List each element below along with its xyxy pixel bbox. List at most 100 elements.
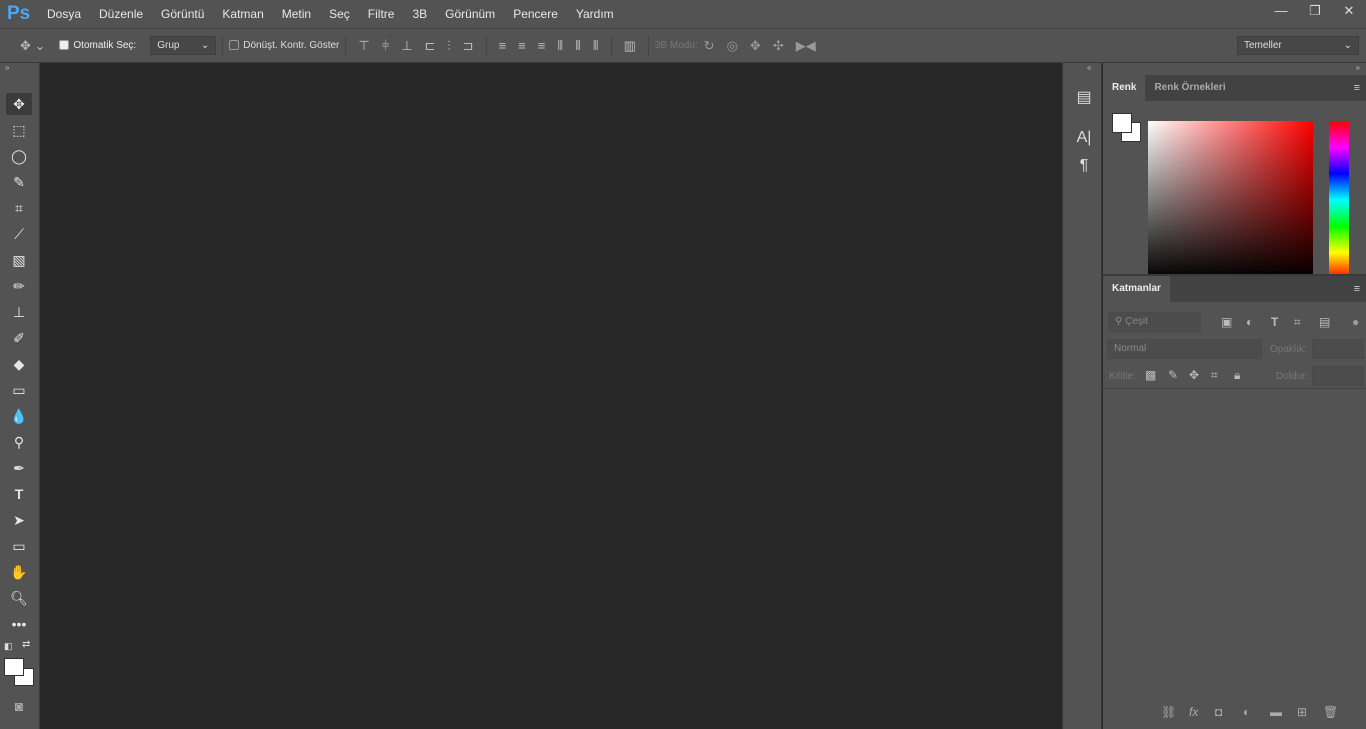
filter-toggle-icon[interactable]: ● [1352, 315, 1359, 329]
quick-select-tool[interactable]: ✎ [6, 171, 32, 193]
link-layers-icon[interactable]: ⛓ [1161, 705, 1176, 719]
collapse-icon[interactable]: » [5, 63, 9, 72]
align-bottom-icon[interactable]: ⊥ [401, 38, 412, 54]
tab-renk-ornekleri[interactable]: Renk Örnekleri [1145, 75, 1234, 101]
layer-style-fx-icon[interactable]: fx [1189, 705, 1198, 719]
swap-colors-icon[interactable]: ⇄ [22, 639, 30, 650]
filter-type-icon[interactable]: T [1271, 315, 1278, 329]
lock-image-icon[interactable]: ✎ [1168, 368, 1178, 382]
healing-brush-tool[interactable]: ▧ [6, 249, 32, 271]
blend-mode-dropdown[interactable]: Normal [1107, 339, 1262, 359]
menu-gorunum[interactable]: Görünüm [436, 7, 504, 21]
lock-transparent-icon[interactable]: ▩ [1145, 368, 1156, 382]
opacity-input[interactable] [1312, 339, 1364, 359]
properties-panel-icon[interactable]: ▤ [1073, 87, 1095, 107]
menu-dosya[interactable]: Dosya [38, 7, 90, 21]
menu-goruntu[interactable]: Görüntü [152, 7, 213, 21]
pen-tool[interactable]: ✒ [6, 457, 32, 479]
menu-duzenle[interactable]: Düzenle [90, 7, 152, 21]
new-group-icon[interactable]: ▬ [1270, 705, 1282, 719]
align-hcenter-icon[interactable]: ⫶ [447, 38, 450, 54]
lock-all-icon[interactable]: 🔒︎ [1234, 368, 1240, 383]
menu-filtre[interactable]: Filtre [359, 7, 404, 21]
hue-slider[interactable] [1329, 121, 1349, 279]
move-tool[interactable]: ✥ [6, 93, 32, 115]
menu-sec[interactable]: Seç [320, 7, 359, 21]
history-brush-tool[interactable]: ✐ [6, 327, 32, 349]
path-selection-tool[interactable]: ➤ [6, 509, 32, 531]
panel-menu-icon[interactable]: ≡ [1354, 283, 1360, 295]
eraser-tool[interactable]: ◆ [6, 353, 32, 375]
foreground-color-swatch[interactable] [4, 658, 24, 676]
workspace-dropdown[interactable]: Temeller ⌄ [1237, 36, 1359, 55]
3d-pan-icon[interactable]: ✥ [750, 38, 761, 54]
fill-input[interactable] [1312, 366, 1364, 386]
filter-shape-icon[interactable]: ⌗ [1294, 315, 1301, 330]
hand-tool[interactable]: ✋ [6, 561, 32, 583]
menu-metin[interactable]: Metin [273, 7, 320, 21]
panel-menu-icon[interactable]: ≡ [1354, 82, 1360, 94]
marquee-tool[interactable]: ⬚ [6, 119, 32, 141]
blur-tool[interactable]: 💧 [6, 405, 32, 427]
expand-icon[interactable]: « [1087, 63, 1091, 72]
default-colors-icon[interactable]: ◧ [4, 641, 13, 652]
crop-tool[interactable]: ⌗ [6, 197, 32, 219]
filter-smart-object-icon[interactable]: ▤ [1319, 315, 1330, 329]
divider [610, 35, 612, 56]
foreground-color-swatch[interactable] [1112, 113, 1132, 133]
distribute-top-icon[interactable]: ≡ [499, 38, 507, 53]
close-button[interactable]: ✕ [1332, 0, 1366, 22]
auto-select-dropdown[interactable]: Grup ⌄ [150, 36, 217, 55]
restore-button[interactable]: ❐ [1298, 0, 1332, 22]
auto-align-icon[interactable]: ▥ [624, 38, 636, 54]
distribute-bottom-icon[interactable]: ≡ [538, 38, 546, 53]
menu-3b[interactable]: 3B [403, 7, 436, 21]
distribute-hcenter-icon[interactable]: ⦀ [575, 38, 581, 54]
dodge-tool[interactable]: ⚲ [6, 431, 32, 453]
distribute-right-icon[interactable]: ⦀ [593, 38, 599, 54]
filter-adjustment-icon[interactable]: ◐ [1246, 315, 1253, 329]
brush-tool[interactable]: ✏ [6, 275, 32, 297]
paragraph-panel-icon[interactable]: ¶ [1073, 157, 1095, 175]
collapse-panels-icon[interactable]: » [1356, 63, 1360, 72]
lock-artboard-icon[interactable]: ⌗ [1211, 368, 1218, 383]
color-panel: Renk Renk Örnekleri ≡ [1103, 75, 1366, 279]
lasso-tool[interactable]: ◯ [6, 145, 32, 167]
menu-katman[interactable]: Katman [213, 7, 272, 21]
add-mask-icon[interactable]: ◘ [1215, 705, 1222, 719]
3d-scale-icon[interactable]: ▶◀ [796, 38, 816, 54]
distribute-vcenter-icon[interactable]: ≡ [518, 38, 526, 53]
tab-renk[interactable]: Renk [1103, 75, 1146, 101]
3d-orbit-icon[interactable]: ↻ [704, 38, 715, 54]
distribute-left-icon[interactable]: ⦀ [557, 38, 563, 54]
align-right-icon[interactable]: ⊐ [463, 38, 474, 54]
auto-select-checkbox[interactable]: Otomatik Seç: [59, 40, 136, 51]
eyedropper-tool[interactable]: ⟋ [6, 223, 32, 245]
new-layer-icon[interactable]: ⊞ [1297, 705, 1307, 719]
delete-layer-icon[interactable]: 🗑︎ [1323, 705, 1338, 719]
zoom-tool[interactable]: 🔍︎ [6, 587, 32, 609]
clone-stamp-tool[interactable]: ⊥ [6, 301, 32, 323]
transform-controls-checkbox[interactable]: Dönüşt. Kontr. Göster [229, 40, 339, 51]
lock-position-icon[interactable]: ✥ [1189, 368, 1199, 382]
menu-yardim[interactable]: Yardım [567, 7, 623, 21]
character-panel-icon[interactable]: A| [1073, 129, 1095, 147]
3d-roll-icon[interactable]: ◎ [727, 38, 738, 54]
more-tools-icon[interactable]: ••• [6, 613, 32, 635]
gradient-tool[interactable]: ▭ [6, 379, 32, 401]
rectangle-tool[interactable]: ▭ [6, 535, 32, 557]
minimize-button[interactable]: — [1264, 0, 1298, 22]
align-vcenter-icon[interactable]: ⫩ [382, 38, 389, 54]
color-field[interactable] [1148, 121, 1313, 279]
move-tool-preset-icon[interactable]: ✥ ⌄ [20, 38, 45, 54]
align-left-icon[interactable]: ⊏ [425, 38, 436, 54]
new-adjustment-layer-icon[interactable]: ◐ [1243, 705, 1250, 719]
tab-katmanlar[interactable]: Katmanlar [1103, 276, 1170, 302]
quick-mask-icon[interactable]: ◙ [6, 695, 32, 717]
menu-pencere[interactable]: Pencere [504, 7, 567, 21]
layer-filter-dropdown[interactable]: ⚲ Çeşit [1108, 312, 1201, 332]
filter-pixel-icon[interactable]: ▣ [1221, 315, 1232, 329]
type-tool[interactable]: T [6, 483, 32, 505]
align-top-icon[interactable]: ⊤ [358, 38, 369, 54]
3d-slide-icon[interactable]: ✣ [773, 38, 784, 54]
